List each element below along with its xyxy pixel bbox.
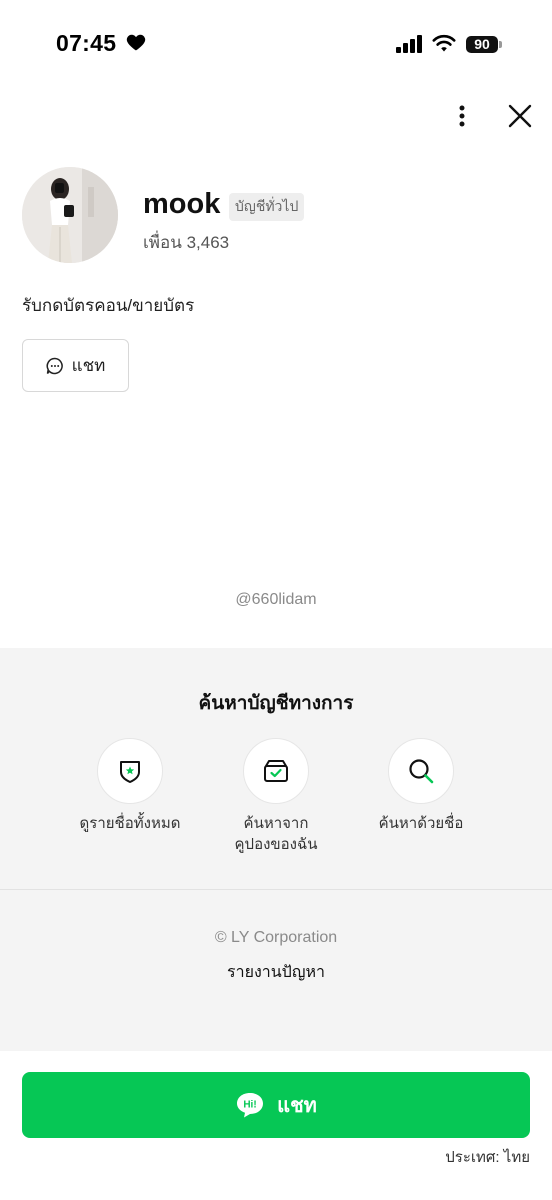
shield-star-icon (120, 761, 140, 783)
coupon-box-icon (264, 760, 288, 782)
search-icon (409, 759, 434, 784)
close-icon[interactable] (504, 100, 536, 132)
heart-icon (126, 34, 146, 51)
chat-main-button[interactable]: Hi! แชท (22, 1072, 530, 1138)
status-time: 07:45 (56, 30, 117, 56)
status-message: รับกดบัตรคอน/ขายบัตร (22, 296, 195, 315)
friends-count: เพื่อน 3,463 (143, 233, 230, 252)
chat-bubble-icon (46, 357, 63, 374)
chat-main-label: แชท (277, 1095, 317, 1117)
name-search-label[interactable]: ค้นหาด้วยชื่อ (341, 813, 501, 834)
hi-bubble-text: Hi! (244, 1100, 257, 1111)
more-options-icon[interactable] (448, 100, 476, 132)
chat-button-label: แชท (71, 356, 106, 375)
account-type-badge: บัญชีทั่วไป (229, 193, 305, 221)
signal-icon (396, 35, 422, 53)
view-all-label[interactable]: ดูรายชื่อทั้งหมด (50, 813, 210, 834)
copyright: © LY Corporation (214, 929, 338, 946)
battery-indicator: 90 (466, 36, 498, 53)
divider (0, 889, 552, 890)
name-search-button[interactable] (388, 738, 454, 804)
hi-bubble-icon: Hi! (237, 1093, 264, 1118)
line-id: @660lidam (235, 591, 317, 608)
section-title: ค้นหาบัญชีทางการ (198, 693, 354, 714)
report-problem-link[interactable]: รายงานปัญหา (0, 960, 552, 985)
coupon-search-button[interactable] (243, 738, 309, 804)
wifi-icon (432, 34, 456, 52)
chat-button[interactable]: แชท (22, 339, 129, 392)
view-all-button[interactable] (97, 738, 163, 804)
avatar[interactable] (22, 167, 118, 263)
battery-tip (499, 41, 502, 48)
profile-name: mook (143, 188, 221, 220)
coupon-search-label[interactable]: ค้นหาจาก คูปองของฉัน (196, 813, 356, 855)
country-label[interactable]: ประเทศ: ไทย (445, 1145, 530, 1169)
